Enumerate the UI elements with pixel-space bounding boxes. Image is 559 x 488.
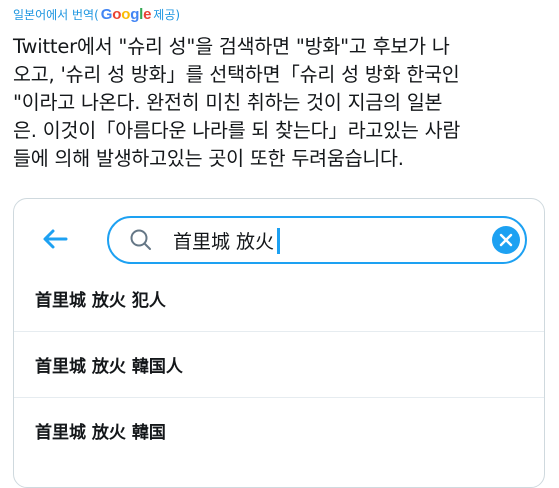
google-letter: g	[130, 6, 140, 23]
google-letter: G	[100, 6, 113, 23]
translation-prefix: 일본어에서 번역(	[13, 8, 99, 22]
suggestion-label: 首里城 放火 韓国人	[35, 357, 183, 377]
google-logo: Google	[101, 6, 152, 23]
search-suggestion[interactable]: 首里城 放火 犯人	[14, 265, 544, 331]
google-letter: e	[143, 6, 152, 23]
search-suggestion[interactable]: 首里城 放火 韓国	[14, 397, 544, 463]
search-suggestion[interactable]: 首里城 放火 韓国人	[14, 331, 544, 397]
close-icon	[499, 233, 513, 247]
embedded-screenshot: 首里城 放火 首里城 放火 犯人 首里城 放火 韓国人 首里城 放火 韓国	[13, 198, 545, 488]
google-letter: o	[112, 6, 122, 23]
arrow-left-icon	[43, 229, 68, 249]
clear-search-button[interactable]	[492, 226, 520, 254]
search-input[interactable]: 首里城 放火	[107, 216, 527, 264]
translation-suffix: 제공)	[153, 8, 181, 22]
translation-attribution[interactable]: 일본어에서 번역( Google 제공)	[13, 6, 180, 23]
magnifier-icon	[130, 229, 151, 250]
back-button[interactable]	[39, 223, 71, 255]
google-letter: o	[121, 6, 131, 23]
translated-tweet-text: Twitter에서 "슈리 성"을 검색하면 "방화"고 후보가 나 오고, '…	[13, 35, 461, 170]
search-value: 首里城 放火	[173, 227, 281, 254]
text-caret	[277, 227, 281, 254]
suggestion-label: 首里城 放火 韓国	[35, 423, 166, 443]
suggestion-label: 首里城 放火 犯人	[35, 290, 166, 311]
search-query-text: 首里城 放火	[173, 231, 275, 253]
